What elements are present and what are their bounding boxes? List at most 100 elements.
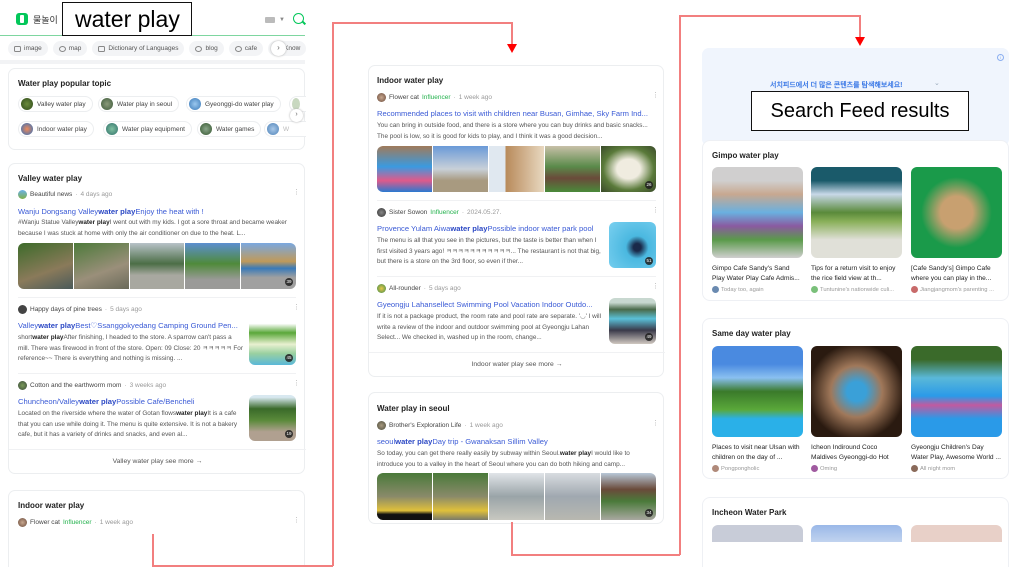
post-image[interactable] (545, 146, 600, 192)
post-image[interactable]: 34 (601, 473, 656, 520)
feed-item-image[interactable] (811, 346, 902, 437)
post-title-link[interactable]: Gyeongju Lahansellect Swimming Pool Vaca… (377, 300, 605, 309)
chevron-down-icon[interactable]: ⌄ (934, 79, 940, 87)
post-image[interactable] (489, 146, 544, 192)
post-thumbnail[interactable]: 51 (609, 222, 656, 268)
naver-logo-icon[interactable] (16, 13, 28, 25)
divider (377, 276, 656, 277)
author-name[interactable]: Flower cat (389, 94, 419, 101)
search-query-input[interactable]: water play (62, 2, 192, 36)
post-thumbnail[interactable]: 19 (249, 395, 296, 441)
more-options-icon[interactable]: ⋮ (293, 189, 300, 196)
feed-item-caption[interactable]: Gyeongju Children's Day Water Play, Awes… (911, 443, 1002, 463)
author-name[interactable]: Happy days of pine trees (30, 306, 102, 313)
tab-dictionary[interactable]: Dictionary of Languages (92, 41, 185, 56)
topic-chip[interactable]: Gyeonggi-do water play (186, 96, 281, 112)
post-image[interactable] (185, 243, 241, 289)
author-avatar[interactable] (18, 381, 27, 390)
feed-item[interactable]: Places to visit near Ulsan with children… (712, 346, 803, 472)
feed-item[interactable]: Gyeongju Children's Day Water Play, Awes… (911, 346, 1002, 472)
author-avatar[interactable] (18, 518, 27, 527)
more-options-icon[interactable]: ⋮ (652, 420, 659, 427)
chevron-down-icon[interactable]: ▼ (279, 17, 285, 23)
author-avatar[interactable] (18, 190, 27, 199)
more-options-icon[interactable]: ⋮ (652, 283, 659, 290)
info-icon[interactable]: i (997, 54, 1004, 61)
more-options-icon[interactable]: ⋮ (652, 207, 659, 214)
topic-chip[interactable]: Valley water play (18, 96, 93, 112)
feed-item[interactable]: Tips for a return visit to enjoy the ric… (811, 167, 902, 293)
more-icon[interactable]: ··· (293, 42, 301, 51)
post-image[interactable] (433, 473, 488, 520)
feed-item[interactable]: [Cafe Sandy's] Gimpo Cafe where you can … (911, 167, 1002, 293)
feed-item-image[interactable] (712, 346, 803, 437)
search-icon[interactable] (293, 13, 304, 24)
more-options-icon[interactable]: ⋮ (293, 304, 300, 311)
topic-chip[interactable]: Indoor water play (18, 121, 94, 137)
post-image[interactable] (18, 243, 73, 289)
feed-item-caption[interactable]: Places to visit near Ulsan with children… (712, 443, 803, 463)
author-name[interactable]: Beautiful news (30, 191, 72, 198)
feed-item-image[interactable] (911, 346, 1002, 437)
search-feed-cta[interactable]: 서치피드에서 더 많은 콘텐츠를 탐색해보세요! (770, 80, 902, 90)
topics-next-button[interactable]: › (290, 109, 303, 122)
more-options-icon[interactable]: ⋮ (293, 517, 300, 524)
divider (18, 373, 296, 374)
tab-image[interactable]: image (8, 41, 48, 56)
more-options-icon[interactable]: ⋮ (652, 92, 659, 99)
post-thumbnail[interactable]: 49 (609, 298, 656, 344)
feed-item[interactable]: Gimpo Cafe Sandy's Sand Play Water Play … (712, 167, 803, 293)
author-avatar[interactable] (18, 305, 27, 314)
feed-item-caption[interactable]: [Cafe Sandy's] Gimpo Cafe where you can … (911, 264, 1002, 284)
feed-item[interactable]: Icheon Indiround Coco Maldives Gyeonggi-… (811, 346, 902, 472)
post-image[interactable] (377, 146, 432, 192)
author-name[interactable]: Brother's Exploration Life (389, 422, 461, 429)
post-image[interactable] (377, 473, 432, 520)
author-name[interactable]: Flower cat (30, 519, 60, 526)
chip-label: Valley water play (37, 100, 86, 108)
tab-cafe[interactable]: cafe (228, 41, 264, 56)
feed-item-image[interactable] (911, 167, 1002, 258)
post-image[interactable] (489, 473, 544, 520)
post-image[interactable] (433, 146, 488, 192)
post-title-link[interactable]: seoulwater playDay trip - Gwanaksan Sill… (377, 437, 657, 446)
see-more-link[interactable]: Valley water play see more → (9, 458, 306, 465)
feed-item-image[interactable] (811, 167, 902, 258)
more-options-icon[interactable]: ⋮ (293, 380, 300, 387)
author-name[interactable]: All-rounder (389, 285, 421, 292)
tab-map[interactable]: map (52, 41, 88, 56)
keyboard-icon[interactable] (265, 17, 275, 23)
topic-chip[interactable]: Water games (197, 121, 262, 137)
tabs-next-button[interactable]: › (271, 41, 286, 56)
post-image-strip[interactable]: 26 (377, 146, 656, 192)
post-image-strip[interactable]: 34 (377, 473, 656, 520)
see-more-link[interactable]: Indoor water play see more → (369, 361, 665, 368)
post-image[interactable]: 39 (241, 243, 296, 289)
author-avatar[interactable] (377, 208, 386, 217)
tab-blog[interactable]: blog (189, 41, 224, 56)
post-image[interactable] (545, 473, 600, 520)
topic-thumbnail (189, 98, 201, 110)
author-name[interactable]: Cotton and the earthworm mom (30, 382, 121, 389)
post-thumbnail[interactable]: 45 (249, 319, 296, 365)
feed-item-caption[interactable]: Gimpo Cafe Sandy's Sand Play Water Play … (712, 264, 803, 284)
topic-chip[interactable]: Water play equipment (103, 121, 192, 137)
post-image[interactable]: 26 (601, 146, 656, 192)
post-title-link[interactable]: Chuncheon/Valleywater playPossible Cafe/… (18, 397, 244, 406)
post-image-strip[interactable]: 39 (18, 243, 296, 289)
post-image[interactable] (73, 243, 129, 289)
post-title-link[interactable]: Valleywater playBest♡Ssanggokyedang Camp… (18, 321, 244, 330)
feed-item-image[interactable] (712, 167, 803, 258)
post-title-link[interactable]: Provence Yulam Aiwawater playPossible in… (377, 224, 605, 233)
author-avatar[interactable] (377, 284, 386, 293)
post-title-link[interactable]: Recommended places to visit with childre… (377, 109, 657, 118)
feed-item-caption[interactable]: Icheon Indiround Coco Maldives Gyeonggi-… (811, 443, 902, 463)
feed-item-caption[interactable]: Tips for a return visit to enjoy the ric… (811, 264, 902, 284)
post-title-link[interactable]: Wanju Dongsang Valleywater playEnjoy the… (18, 207, 298, 216)
author-name[interactable]: Sister Sowon (389, 209, 427, 216)
topic-chip[interactable]: Water play in seoul (98, 96, 180, 112)
topic-chip[interactable]: W (264, 121, 306, 137)
author-avatar[interactable] (377, 421, 386, 430)
author-avatar[interactable] (377, 93, 386, 102)
post-image[interactable] (129, 243, 185, 289)
